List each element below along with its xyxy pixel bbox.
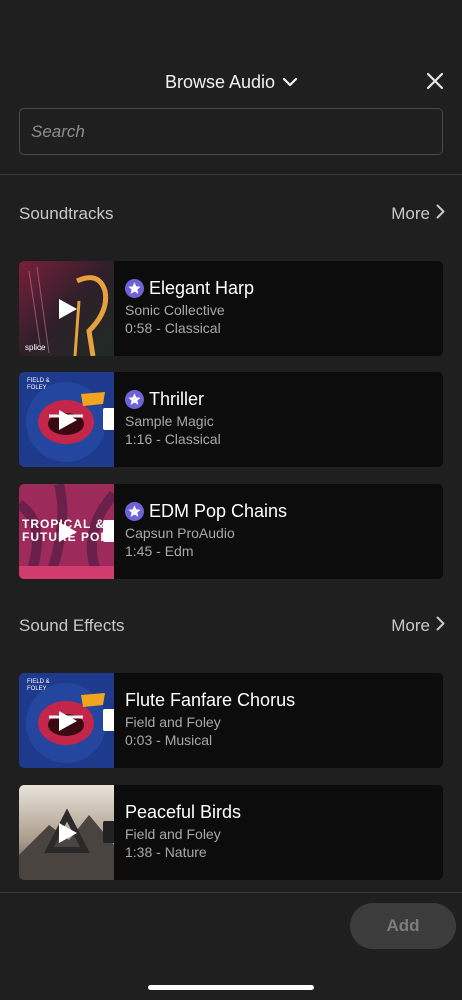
audio-duration-genre: 1:16 - Classical: [125, 431, 221, 447]
audio-title: Elegant Harp: [149, 278, 255, 298]
audio-artist: Field and Foley: [125, 714, 221, 730]
play-icon[interactable]: [55, 297, 79, 321]
splice-tag: [103, 709, 114, 731]
more-label: More: [391, 616, 430, 635]
premium-star-icon: [125, 279, 144, 298]
audio-card-peaceful-birds[interactable]: Peaceful Birds Field and Foley 1:38 - Na…: [19, 785, 443, 880]
play-icon[interactable]: [55, 408, 79, 432]
premium-star-icon: [125, 390, 144, 409]
audio-info: Thriller Sample Magic 1:16 - Classical: [125, 372, 433, 467]
audio-artist: Capsun ProAudio: [125, 525, 235, 541]
audio-info: Peaceful Birds Field and Foley 1:38 - Na…: [125, 785, 433, 880]
add-button[interactable]: Add: [350, 903, 456, 949]
audio-artist: Sonic Collective: [125, 302, 225, 318]
thumbnail-flute-fanfare-chorus: FIELD & FOLEY: [19, 673, 114, 768]
thumbnail-elegant-harp: splice: [19, 261, 114, 356]
soundtracks-more-button[interactable]: More: [391, 204, 445, 224]
splice-tag: [103, 520, 114, 542]
audio-title: Flute Fanfare Chorus: [125, 690, 296, 710]
audio-info: EDM Pop Chains Capsun ProAudio 1:45 - Ed…: [125, 484, 433, 579]
more-label: More: [391, 204, 430, 223]
close-icon[interactable]: [424, 70, 446, 92]
audio-title: Thriller: [149, 389, 205, 409]
play-icon[interactable]: [55, 709, 79, 733]
chevron-right-icon: [436, 616, 445, 636]
splice-logo: splice: [25, 343, 46, 352]
divider: [0, 892, 462, 893]
play-icon[interactable]: [55, 520, 79, 544]
premium-star-icon: [125, 502, 144, 521]
divider: [0, 174, 462, 175]
audio-info: Flute Fanfare Chorus Field and Foley 0:0…: [125, 673, 433, 768]
thumb-label: FIELD & FOLEY: [27, 679, 50, 692]
audio-artist: Sample Magic: [125, 413, 214, 429]
thumbnail-thriller: FIELD & FOLEY: [19, 372, 114, 467]
audio-artist: Field and Foley: [125, 826, 221, 842]
browse-audio-dropdown[interactable]: Browse Audio: [0, 72, 462, 93]
header: Browse Audio: [0, 60, 462, 106]
splice-tag: [103, 408, 114, 430]
audio-card-edm-pop-chains[interactable]: TROPICAL & FUTURE POP EDM Pop Chains Cap…: [19, 484, 443, 579]
audio-card-elegant-harp[interactable]: splice Elegant Harp Sonic Collective 0:5…: [19, 261, 443, 356]
audio-info: Elegant Harp Sonic Collective 0:58 - Cla…: [125, 261, 433, 356]
play-icon[interactable]: [55, 821, 79, 845]
audio-title: EDM Pop Chains: [149, 501, 288, 521]
search-input[interactable]: [19, 108, 443, 155]
audio-card-flute-fanfare-chorus[interactable]: FIELD & FOLEY Flute Fanfare Chorus Field…: [19, 673, 443, 768]
thumbnail-edm-pop-chains: TROPICAL & FUTURE POP: [19, 484, 114, 579]
section-title-soundtracks: Soundtracks: [19, 204, 114, 223]
splice-tag: [103, 821, 114, 843]
chevron-down-icon: [282, 74, 298, 92]
home-indicator: [148, 985, 314, 990]
audio-duration-genre: 1:38 - Nature: [125, 844, 207, 860]
audio-card-thriller[interactable]: FIELD & FOLEY Thriller Sample Magic 1:16…: [19, 372, 443, 467]
chevron-right-icon: [436, 204, 445, 224]
thumbnail-peaceful-birds: [19, 785, 114, 880]
audio-title: Peaceful Birds: [125, 802, 242, 822]
page-title: Browse Audio: [164, 72, 276, 92]
thumb-label: FIELD & FOLEY: [27, 378, 50, 391]
section-title-sound-effects: Sound Effects: [19, 616, 125, 635]
soundtracks-header: Soundtracks More: [19, 202, 445, 226]
audio-duration-genre: 1:45 - Edm: [125, 543, 194, 559]
audio-duration-genre: 0:58 - Classical: [125, 320, 221, 336]
sound-effects-header: Sound Effects More: [19, 614, 445, 638]
audio-duration-genre: 0:03 - Musical: [125, 732, 213, 748]
sound-effects-more-button[interactable]: More: [391, 616, 445, 636]
